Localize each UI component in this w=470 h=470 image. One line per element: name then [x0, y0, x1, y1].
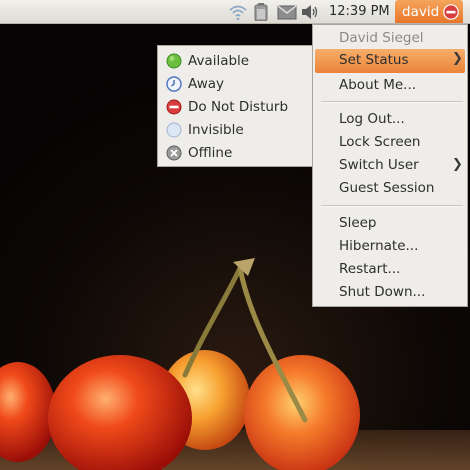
panel-clock[interactable]: 12:39 PM: [329, 4, 390, 19]
menu-separator: [321, 205, 463, 207]
menu-item-log-out[interactable]: Log Out...: [339, 111, 405, 127]
status-label: Do Not Disturb: [188, 99, 289, 115]
user-name-label: david: [402, 4, 440, 20]
user-menu: David Siegel Set Status ❯ About Me... Lo…: [312, 24, 468, 307]
menu-item-set-status[interactable]: Set Status ❯: [315, 49, 465, 73]
away-clock-icon: [166, 76, 182, 92]
mail-icon[interactable]: [277, 3, 297, 21]
menu-item-shut-down[interactable]: Shut Down...: [339, 284, 425, 300]
menu-separator: [321, 101, 463, 103]
do-not-disturb-icon: [443, 4, 459, 20]
menu-item-restart[interactable]: Restart...: [339, 261, 400, 277]
chevron-right-icon: ❯: [452, 157, 463, 172]
menu-item-switch-user[interactable]: Switch User: [339, 157, 419, 173]
status-label: Invisible: [188, 122, 244, 138]
user-menu-button[interactable]: david: [395, 0, 463, 23]
status-item-invisible[interactable]: Invisible: [166, 122, 306, 140]
wifi-icon[interactable]: [228, 3, 248, 21]
status-item-offline[interactable]: Offline: [166, 145, 306, 163]
chevron-right-icon: ❯: [452, 51, 463, 66]
menu-header-username: David Siegel: [339, 30, 424, 46]
invisible-icon: [166, 122, 182, 138]
offline-icon: [166, 145, 182, 161]
status-item-away[interactable]: Away: [166, 76, 306, 94]
status-item-available[interactable]: Available: [166, 53, 306, 71]
menu-item-lock-screen[interactable]: Lock Screen: [339, 134, 421, 150]
menu-item-hibernate[interactable]: Hibernate...: [339, 238, 418, 254]
status-submenu: Available Away Do Not Disturb Invisible …: [157, 45, 313, 167]
status-label: Available: [188, 53, 250, 69]
top-panel: 12:39 PM david: [0, 0, 470, 24]
do-not-disturb-icon: [166, 99, 182, 115]
menu-item-sleep[interactable]: Sleep: [339, 215, 377, 231]
status-label: Away: [188, 76, 224, 92]
set-status-label: Set Status: [339, 52, 409, 68]
available-icon: [166, 53, 182, 69]
status-item-do-not-disturb[interactable]: Do Not Disturb: [166, 99, 306, 117]
status-label: Offline: [188, 145, 233, 161]
volume-icon[interactable]: [301, 3, 319, 21]
battery-icon[interactable]: [254, 3, 268, 21]
menu-item-about-me[interactable]: About Me...: [339, 77, 416, 93]
menu-item-guest-session[interactable]: Guest Session: [339, 180, 434, 196]
